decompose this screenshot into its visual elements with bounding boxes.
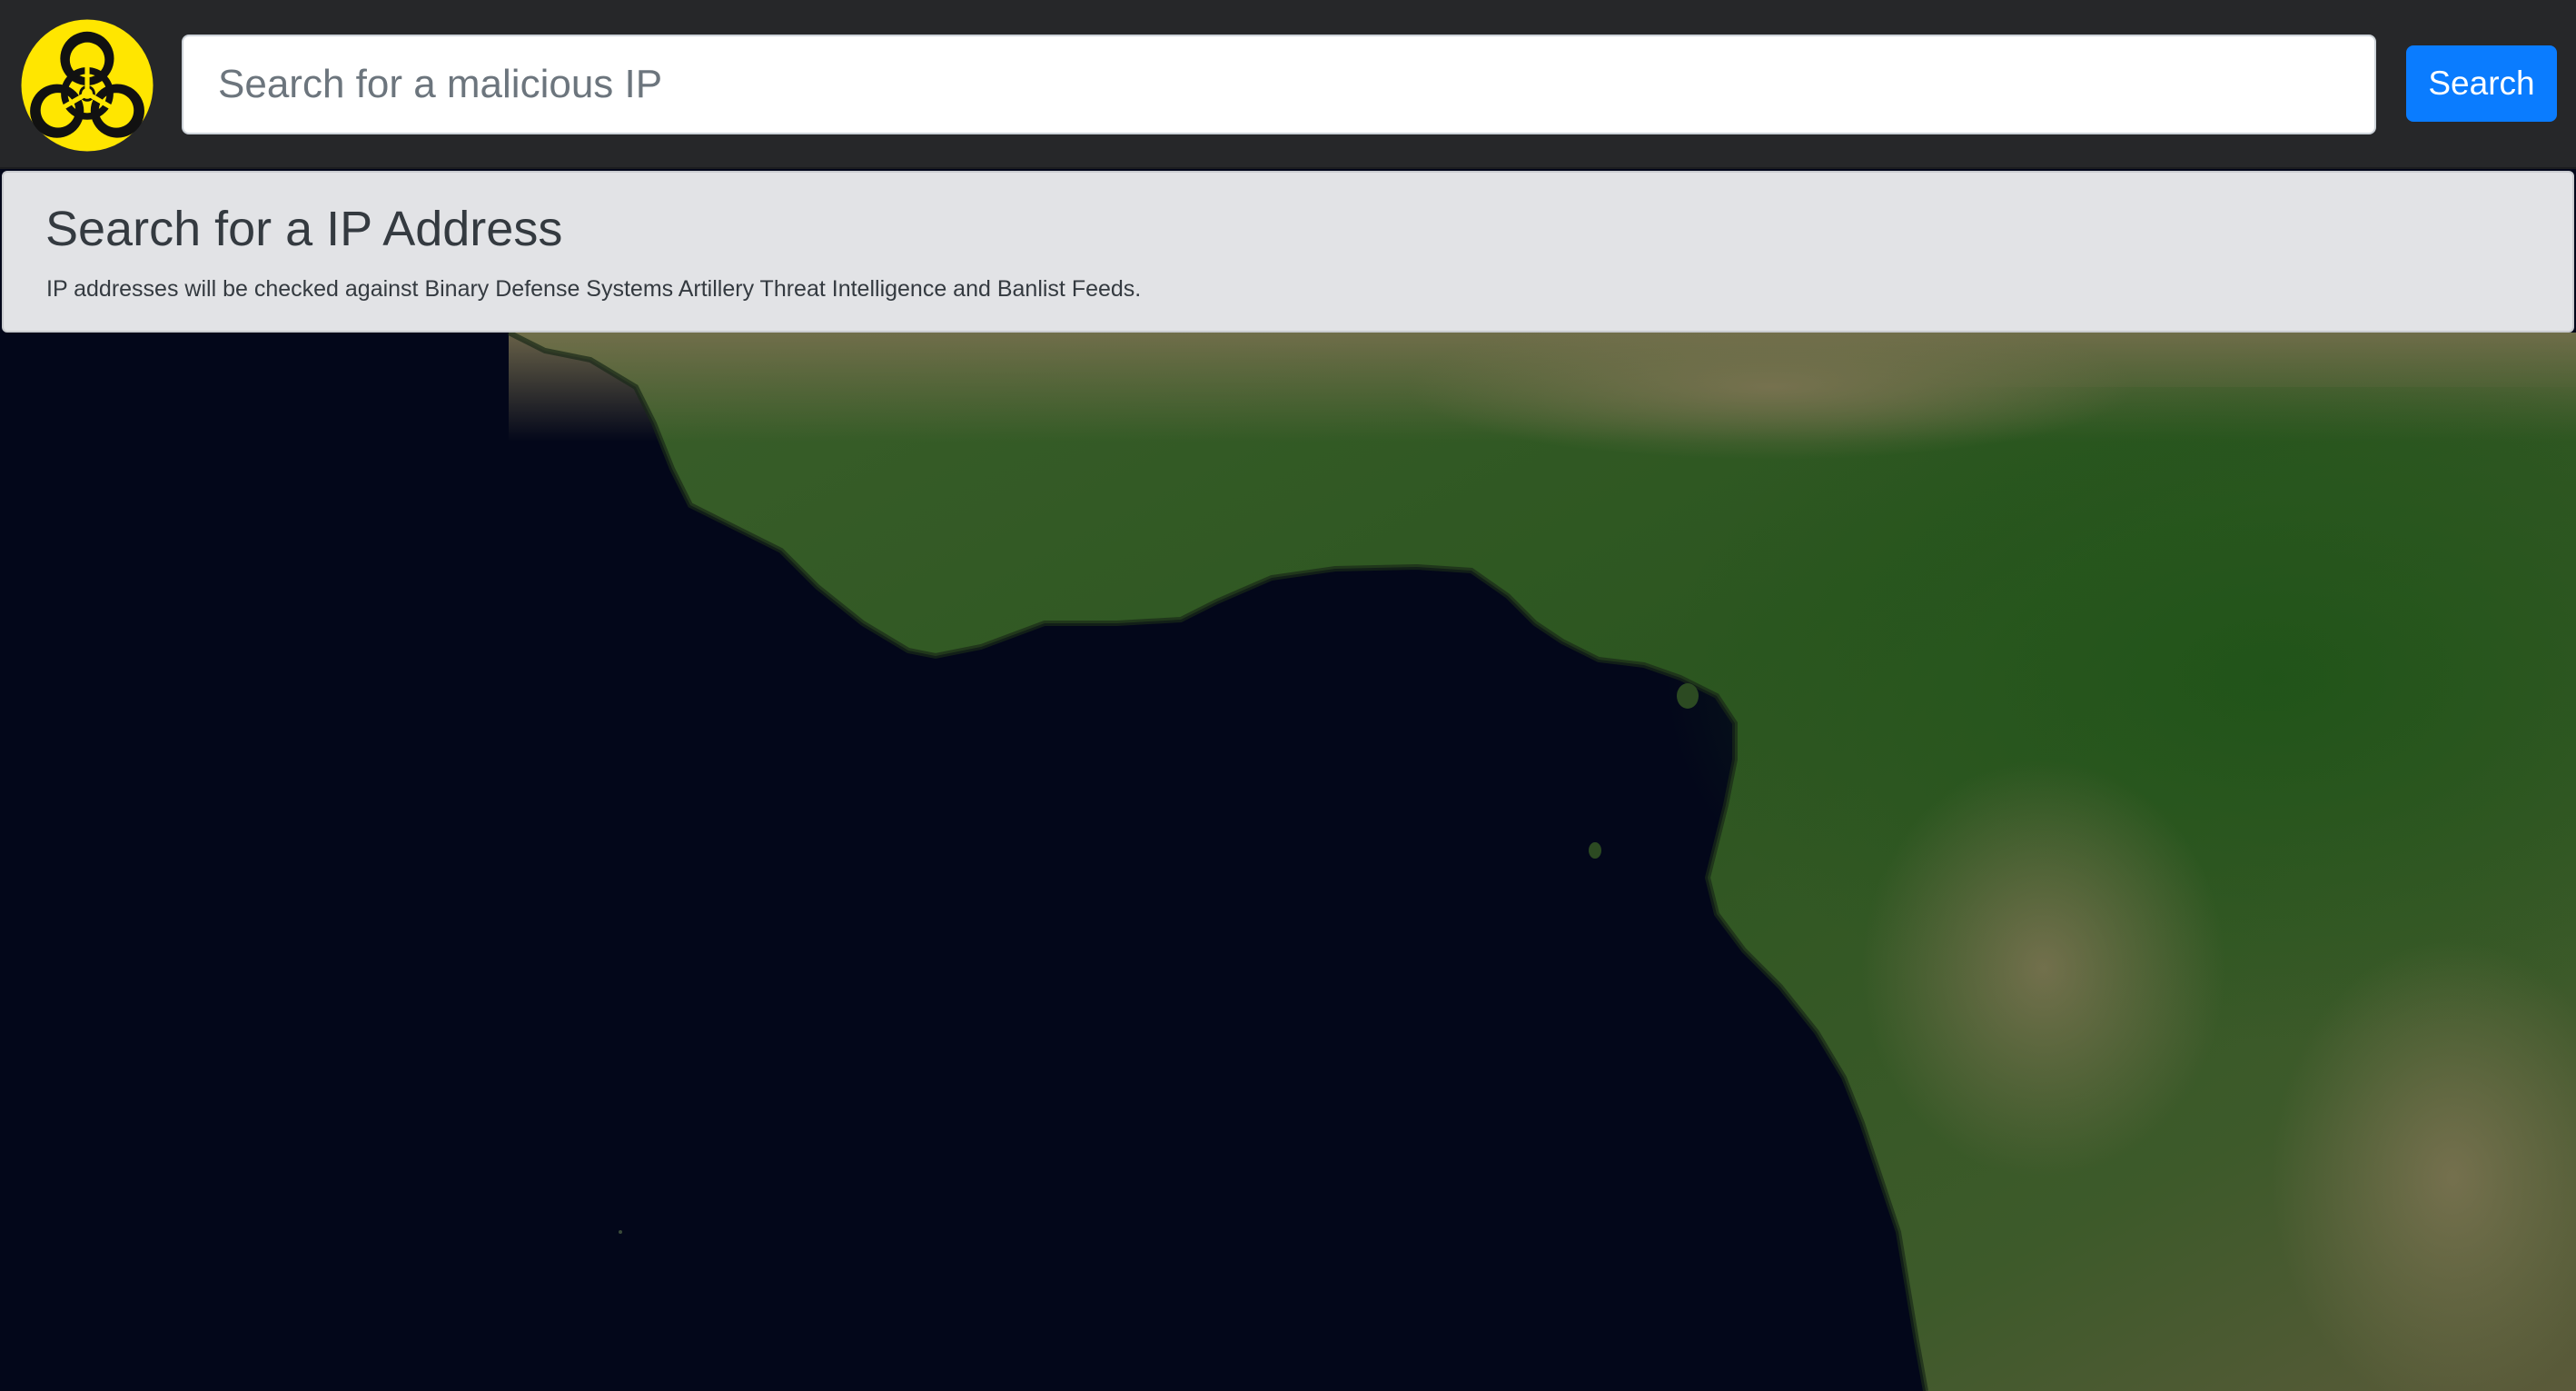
- island: [619, 1230, 622, 1234]
- search-input[interactable]: [182, 35, 2376, 134]
- island: [1677, 683, 1699, 709]
- intro-panel: Search for a IP Address IP addresses wil…: [2, 171, 2574, 333]
- page-title: Search for a IP Address: [45, 202, 563, 256]
- top-navbar: Search: [0, 0, 2576, 169]
- page: Search Search for a IP Address IP addres…: [0, 0, 2576, 1391]
- savanna-region: [1862, 760, 2225, 1177]
- biohazard-icon[interactable]: [20, 18, 154, 153]
- page-description: IP addresses will be checked against Bin…: [46, 276, 1142, 302]
- search-button[interactable]: Search: [2406, 45, 2557, 122]
- satellite-map[interactable]: [0, 333, 2576, 1391]
- map-canvas[interactable]: [0, 333, 2576, 1391]
- island: [1589, 842, 1601, 859]
